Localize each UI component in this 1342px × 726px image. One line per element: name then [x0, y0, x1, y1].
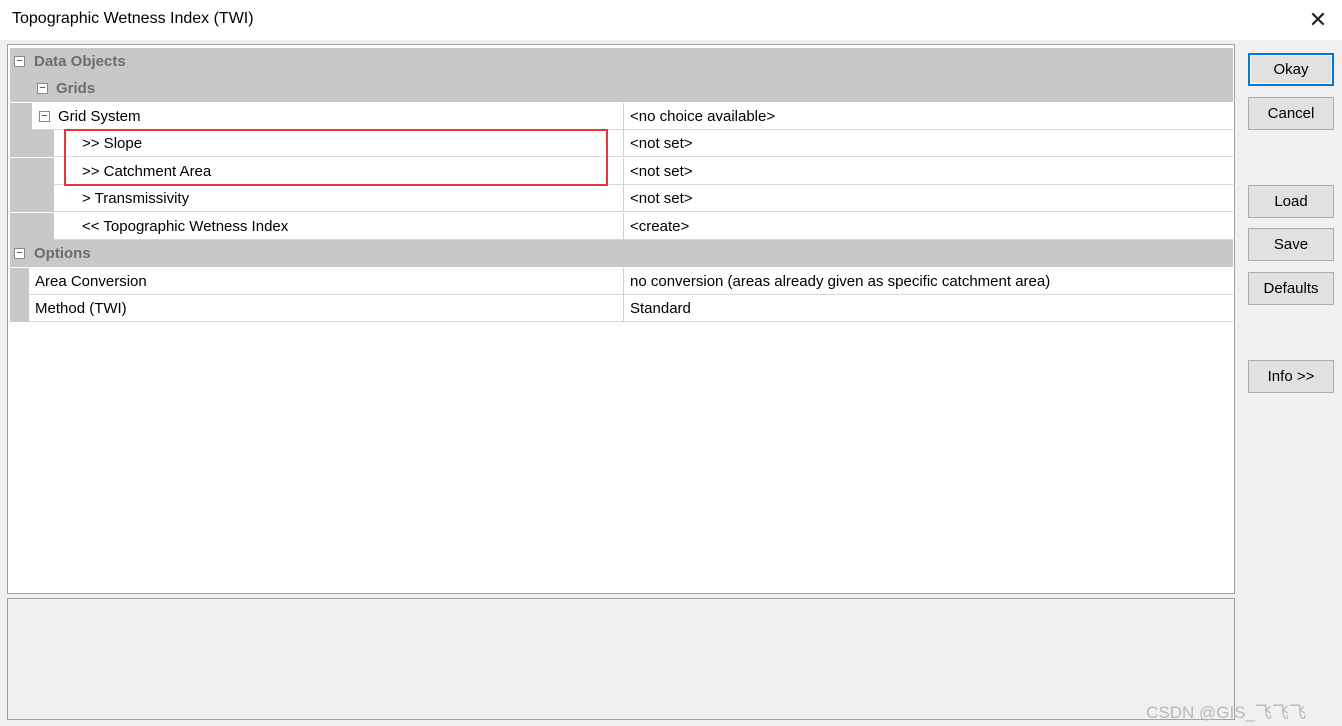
property-name: > Transmissivity	[82, 190, 190, 207]
collapse-icon[interactable]: −	[37, 83, 48, 94]
okay-button[interactable]: Okay	[1248, 53, 1334, 86]
property-row-twi-output[interactable]: << Topographic Wetness Index <create>	[10, 213, 1233, 240]
property-value[interactable]: <not set>	[623, 185, 1233, 212]
property-value[interactable]: <create>	[623, 213, 1233, 240]
title-bar: Topographic Wetness Index (TWI) ✕	[0, 0, 1342, 40]
row-gutter	[10, 295, 29, 322]
property-value[interactable]: Standard	[623, 295, 1233, 322]
row-gutter	[10, 268, 29, 295]
row-gutter	[10, 213, 54, 240]
cancel-button[interactable]: Cancel	[1248, 97, 1334, 130]
category-label: Grids	[56, 80, 96, 97]
property-row-area-conversion[interactable]: Area Conversion no conversion (areas alr…	[10, 268, 1233, 295]
defaults-button[interactable]: Defaults	[1248, 272, 1334, 305]
close-icon[interactable]: ✕	[1304, 6, 1332, 34]
property-grid: − Data Objects − Grids − Grid System <no…	[7, 44, 1235, 594]
category-options[interactable]: − Options	[10, 240, 1233, 267]
property-row-transmissivity[interactable]: > Transmissivity <not set>	[10, 185, 1233, 212]
category-label: Data Objects	[34, 53, 126, 70]
description-panel	[7, 598, 1235, 720]
property-value[interactable]: no conversion (areas already given as sp…	[623, 268, 1233, 295]
property-value[interactable]: <not set>	[623, 130, 1233, 157]
info-button[interactable]: Info >>	[1248, 360, 1334, 393]
category-label: Options	[34, 245, 91, 262]
save-button[interactable]: Save	[1248, 228, 1334, 261]
watermark: CSDN @GIS_飞飞飞	[1146, 703, 1306, 722]
collapse-icon[interactable]: −	[14, 56, 25, 67]
property-name: >> Slope	[82, 135, 143, 152]
property-row-method[interactable]: Method (TWI) Standard	[10, 295, 1233, 322]
property-row-slope[interactable]: >> Slope <not set>	[10, 130, 1233, 157]
property-name: << Topographic Wetness Index	[82, 218, 289, 235]
property-name: >> Catchment Area	[82, 163, 212, 180]
property-row-catchment-area[interactable]: >> Catchment Area <not set>	[10, 158, 1233, 185]
category-grids[interactable]: − Grids	[10, 75, 1233, 102]
property-value[interactable]: <not set>	[623, 158, 1233, 185]
row-gutter	[10, 130, 54, 157]
property-name: Area Conversion	[35, 273, 147, 290]
load-button[interactable]: Load	[1248, 185, 1334, 218]
property-row-grid-system[interactable]: − Grid System <no choice available>	[10, 103, 1233, 130]
category-data-objects[interactable]: − Data Objects	[10, 48, 1233, 75]
row-gutter	[10, 185, 54, 212]
row-gutter	[10, 158, 54, 185]
collapse-icon[interactable]: −	[39, 111, 50, 122]
property-value[interactable]: <no choice available>	[623, 103, 1233, 130]
collapse-icon[interactable]: −	[14, 248, 25, 259]
row-gutter	[10, 103, 32, 130]
property-name: Grid System	[58, 108, 141, 125]
property-name: Method (TWI)	[35, 300, 127, 317]
window-title: Topographic Wetness Index (TWI)	[12, 10, 254, 27]
